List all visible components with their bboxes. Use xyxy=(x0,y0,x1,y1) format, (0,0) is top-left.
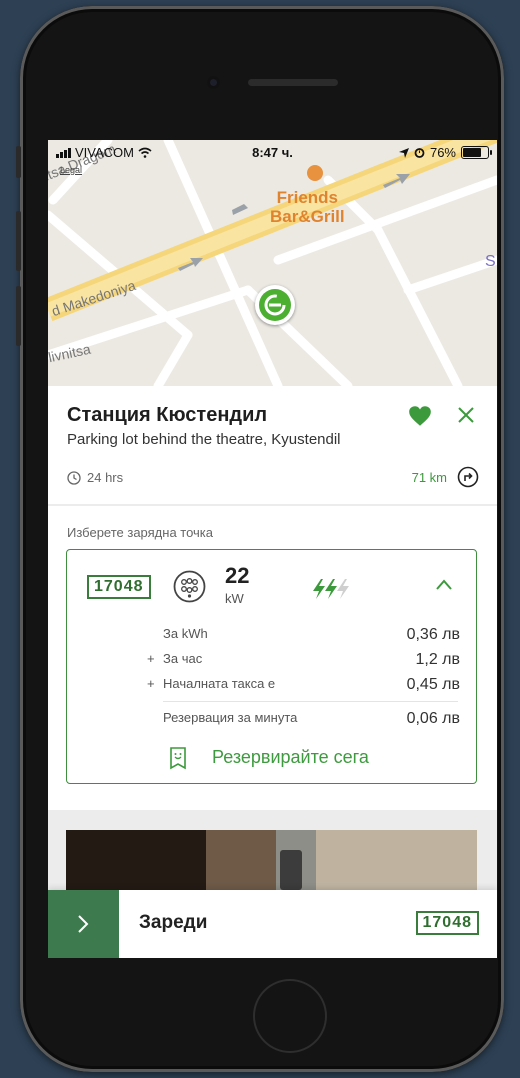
reservation-rate-row: Резервация за минута 0,06 лв xyxy=(67,710,478,730)
map-streets xyxy=(48,140,497,386)
legal-link[interactable]: Legal xyxy=(60,165,82,175)
selected-point-id: 17048 xyxy=(415,911,479,935)
reserve-smile-icon xyxy=(170,747,186,770)
type2-plug-icon xyxy=(173,570,206,603)
reservation-label: Резервация за минута xyxy=(163,710,298,725)
station-header: Станция Кюстендил Parking lot behind the… xyxy=(48,386,497,504)
rate-prefix: + xyxy=(147,651,155,666)
rate-value: 0,36 лв xyxy=(406,626,460,643)
rate-value: 0,45 лв xyxy=(406,676,460,693)
rate-label: За час xyxy=(163,651,203,666)
opening-hours: 24 hrs xyxy=(67,470,123,485)
rate-divider xyxy=(163,701,458,702)
power-value: 22 xyxy=(225,563,250,588)
map-view[interactable]: Legal itsa Dragom d Makedoniya livnitsa … xyxy=(48,140,497,386)
battery-percent: 76% xyxy=(429,145,456,160)
section-label: Изберете зарядна точка xyxy=(67,525,214,540)
chevron-right-icon xyxy=(78,915,89,933)
app-screen: Legal itsa Dragom d Makedoniya livnitsa … xyxy=(48,140,497,958)
start-charge-button[interactable] xyxy=(48,890,119,958)
rate-row: За kWh 0,36 лв xyxy=(67,626,478,646)
volume-down-button xyxy=(16,286,21,346)
rate-row: + Началната такса е 0,45 лв xyxy=(67,676,478,696)
reserve-now-label: Резервирайте сега xyxy=(212,747,369,767)
signal-icon xyxy=(56,147,71,158)
poi-label-line1: Friends xyxy=(276,188,339,207)
home-button[interactable] xyxy=(253,979,327,1053)
close-icon[interactable] xyxy=(455,404,477,426)
station-address: Parking lot behind the theatre, Kyustend… xyxy=(67,431,341,448)
reservation-value: 0,06 лв xyxy=(406,710,460,727)
station-pin[interactable] xyxy=(255,285,295,325)
alarm-icon xyxy=(414,148,425,158)
map-edge-label: S xyxy=(485,253,496,270)
rate-prefix: + xyxy=(147,676,155,691)
poi-label-line2: Bar&Grill xyxy=(270,207,345,226)
rate-value: 1,2 лв xyxy=(415,651,460,668)
rate-label: Началната такса е xyxy=(163,676,276,691)
wifi-icon xyxy=(138,147,152,158)
battery-icon xyxy=(461,146,492,159)
rate-row: + За час 1,2 лв xyxy=(67,651,478,671)
restaurant-icon[interactable] xyxy=(307,165,323,181)
volume-up-button xyxy=(16,211,21,271)
clock-icon xyxy=(67,470,81,485)
charge-label[interactable]: Зареди xyxy=(139,912,207,934)
location-arrow-icon xyxy=(398,147,409,158)
station-logo-icon xyxy=(259,289,291,321)
distance-text: 71 km xyxy=(411,469,447,485)
fast-charge-icon xyxy=(313,579,349,599)
bottom-action-bar: Зареди 17048 xyxy=(48,890,497,958)
status-bar: VIVACOM 8:47 ч. 76% xyxy=(48,140,497,164)
rate-label: За kWh xyxy=(163,626,208,641)
earpiece xyxy=(248,79,338,86)
distance-directions[interactable]: 71 km xyxy=(412,466,479,488)
carrier-name: VIVACOM xyxy=(75,145,134,160)
charge-point-id: 17048 xyxy=(87,575,151,599)
chevron-up-icon[interactable] xyxy=(435,578,453,592)
charge-point-section: Изберете зарядна точка 17048 22 kW За kW… xyxy=(48,506,497,810)
directions-icon[interactable] xyxy=(457,466,479,488)
power-unit: kW xyxy=(225,591,244,606)
charge-point-card[interactable]: 17048 22 kW За kWh 0,36 лв + За час 1,2 … xyxy=(66,549,477,784)
reserve-now-button[interactable]: Резервирайте сега xyxy=(67,743,478,773)
favorite-heart-icon[interactable] xyxy=(407,403,433,429)
station-title: Станция Кюстендил xyxy=(67,404,268,426)
front-camera xyxy=(207,76,220,89)
silent-switch xyxy=(16,146,21,178)
poi-label[interactable]: Friends Bar&Grill xyxy=(270,188,345,226)
hours-text: 24 hrs xyxy=(87,470,124,485)
